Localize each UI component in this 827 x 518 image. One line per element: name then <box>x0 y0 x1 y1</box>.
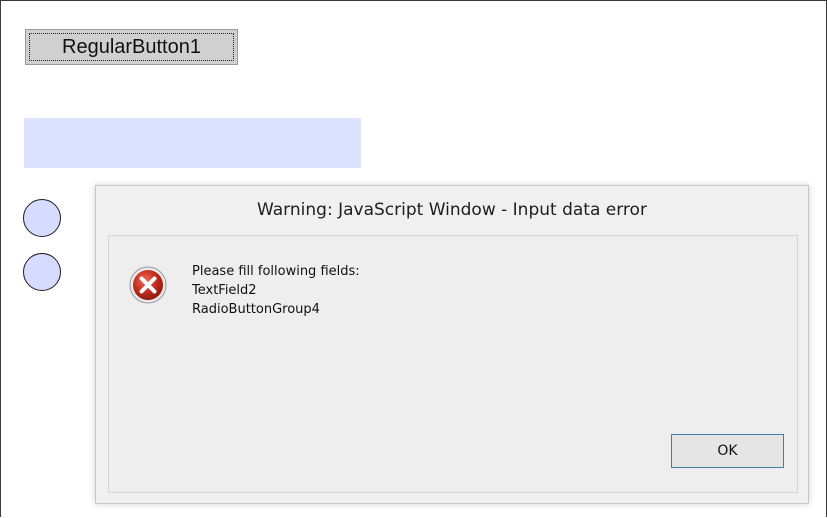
warning-dialog: Warning: JavaScript Window - Input data … <box>95 185 809 504</box>
radio-button-group-4-option-2[interactable] <box>23 253 61 291</box>
regular-button-label: RegularButton1 <box>62 35 201 58</box>
error-icon <box>129 266 167 304</box>
message-line: TextField2 <box>192 283 257 298</box>
radio-button-group-4-option-1[interactable] <box>23 199 61 237</box>
text-field-2[interactable] <box>24 118 361 168</box>
message-line: RadioButtonGroup4 <box>192 302 320 317</box>
ok-button-label: OK <box>717 443 738 459</box>
regular-button-1[interactable]: RegularButton1 <box>25 29 238 65</box>
ok-button[interactable]: OK <box>671 434 784 468</box>
message-line: Please fill following fields: <box>192 264 360 279</box>
dialog-message: Please fill following fields: TextField2… <box>192 262 360 319</box>
dialog-title: Warning: JavaScript Window - Input data … <box>257 200 647 220</box>
